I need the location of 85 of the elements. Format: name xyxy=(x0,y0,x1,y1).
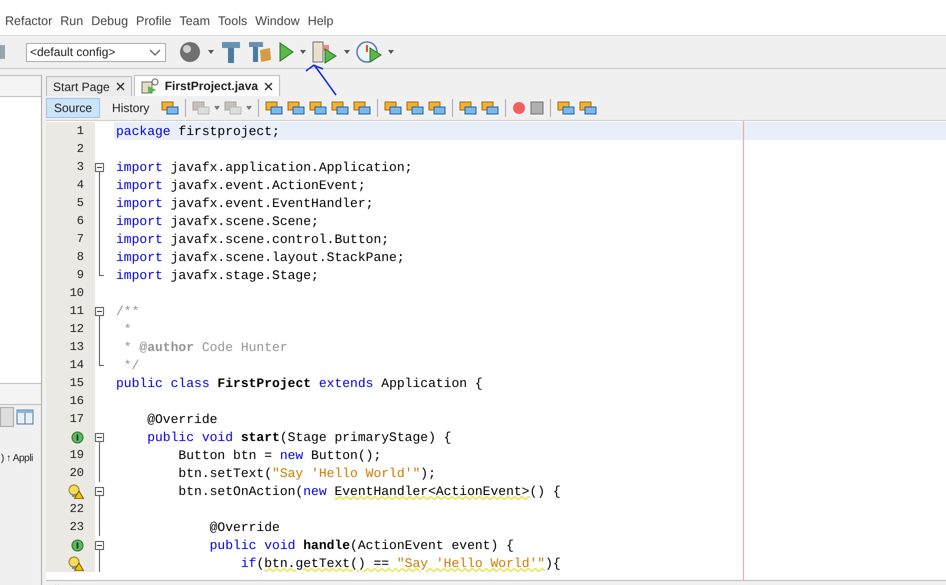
code-line: import javafx.stage.Stage; xyxy=(116,268,319,282)
implements-icon[interactable] xyxy=(71,538,84,552)
code-line: import javafx.scene.layout.StackPane; xyxy=(116,250,405,264)
fold-toggle[interactable] xyxy=(95,307,104,316)
line-number: 20 xyxy=(70,466,84,480)
code-line: btn.setOnAction(new EventHandler<ActionEvent>() { xyxy=(177,484,561,498)
fold-toggle[interactable] xyxy=(95,487,104,496)
code-line: @Override xyxy=(208,520,280,534)
menu-item[interactable]: Tools xyxy=(218,14,256,28)
code-line: import javafx.scene.Scene; xyxy=(116,214,319,228)
grip-icon xyxy=(0,43,8,61)
code-line: @Override xyxy=(146,412,218,426)
code-line: /** xyxy=(116,304,140,318)
line-number: 22 xyxy=(70,502,84,516)
code-line: package firstproject; xyxy=(116,124,280,138)
line-number: 1 xyxy=(76,124,84,138)
menu-item[interactable]: Debug xyxy=(91,14,136,28)
fold-toggle[interactable] xyxy=(95,541,104,550)
line-number: 15 xyxy=(70,376,84,390)
code-line: import javafx.application.Application; xyxy=(116,160,412,174)
code-line: import javafx.event.ActionEvent; xyxy=(116,178,366,192)
editor-tab[interactable]: Start Page xyxy=(46,76,132,96)
globe-icon[interactable] xyxy=(178,40,202,64)
line-number: 5 xyxy=(76,196,84,210)
code-line: import javafx.scene.control.Button; xyxy=(116,232,390,246)
line-number: 16 xyxy=(70,394,84,408)
code-line: if(btn.getText() == "Say 'Hello World'"){ xyxy=(240,556,561,570)
code-line: import javafx.event.EventHandler; xyxy=(116,196,374,210)
implements-icon[interactable] xyxy=(71,430,84,444)
hammer-icon[interactable] xyxy=(220,40,242,64)
close-icon[interactable] xyxy=(116,82,125,91)
menu-item[interactable]: Team xyxy=(179,14,218,28)
config-dropdown[interactable]: <default config> xyxy=(26,42,166,62)
line-number: 9 xyxy=(76,268,84,282)
menu-item[interactable]: Profile xyxy=(136,14,180,28)
menu-item[interactable]: Run xyxy=(60,14,92,28)
code-line: public void start(Stage primaryStage) { xyxy=(146,430,452,444)
view-button[interactable]: History xyxy=(104,98,158,118)
line-number: 13 xyxy=(70,340,84,354)
menu-item[interactable]: Refactor xyxy=(5,14,60,28)
code-line: public void handle(ActionEvent event) { xyxy=(208,538,514,552)
editor-tab[interactable]: FirstProject.java xyxy=(134,75,280,96)
view-button[interactable]: Source xyxy=(46,98,100,118)
java-file-icon xyxy=(140,78,159,94)
line-number: 10 xyxy=(70,286,84,300)
caret-icon[interactable] xyxy=(246,106,252,110)
code-line: Button btn = new Button(); xyxy=(177,448,382,462)
record-macro-icon[interactable] xyxy=(512,101,526,115)
window-icon[interactable] xyxy=(16,409,34,425)
line-number: 11 xyxy=(70,304,84,318)
hammer-broom-icon[interactable] xyxy=(248,40,272,64)
run-icon[interactable] xyxy=(278,42,294,62)
line-number: 23 xyxy=(70,520,84,534)
caret-icon[interactable] xyxy=(300,50,306,54)
menu-item[interactable]: Window xyxy=(255,14,308,28)
chevron-icon xyxy=(148,47,162,57)
caret-icon[interactable] xyxy=(388,50,394,54)
close-icon[interactable] xyxy=(264,82,274,90)
code-line: * xyxy=(122,322,132,336)
menu-item[interactable]: Help xyxy=(308,14,342,28)
line-number: 6 xyxy=(76,214,84,228)
line-number: 8 xyxy=(76,250,84,264)
debug-icon[interactable] xyxy=(312,40,338,64)
code-line: * @author Code Hunter xyxy=(122,340,288,354)
line-number: 3 xyxy=(76,160,84,174)
member-text: ) ↑ Appli xyxy=(0,453,33,464)
caret-icon[interactable] xyxy=(208,50,214,54)
line-number: 14 xyxy=(70,358,84,372)
code-line: btn.setText("Say 'Hello World'"); xyxy=(177,466,436,480)
code-line: public class FirstProject extends Application { xyxy=(116,376,483,390)
caret-icon[interactable] xyxy=(214,106,220,110)
fold-toggle[interactable] xyxy=(95,163,104,172)
code-line: */ xyxy=(122,358,140,372)
line-number: 12 xyxy=(70,322,84,336)
line-number: 19 xyxy=(70,448,84,462)
line-number: 2 xyxy=(76,142,84,156)
fold-toggle[interactable] xyxy=(95,433,104,442)
profile-icon[interactable] xyxy=(356,40,382,64)
line-number: 4 xyxy=(76,178,84,192)
stop-macro-icon[interactable] xyxy=(530,101,544,115)
hint-warning-icon[interactable] xyxy=(68,484,84,498)
caret-icon[interactable] xyxy=(344,50,350,54)
line-number: 7 xyxy=(76,232,84,246)
line-number: 17 xyxy=(70,412,84,426)
hint-warning-icon[interactable] xyxy=(68,556,84,570)
